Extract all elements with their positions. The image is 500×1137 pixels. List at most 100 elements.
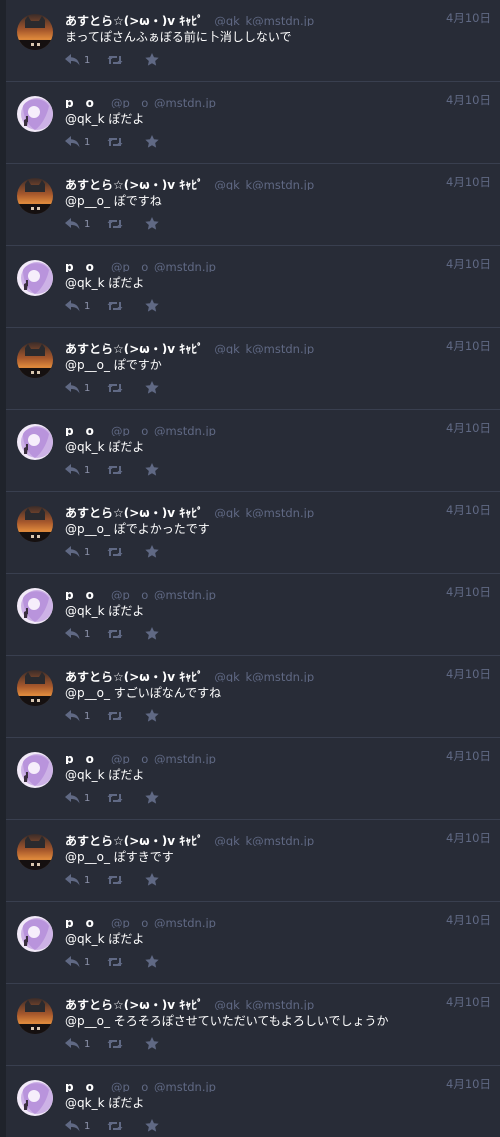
favourite-button[interactable] [145, 543, 165, 562]
favourite-button[interactable] [145, 379, 165, 398]
account-handle[interactable]: @p__o_@mstdn.jp [111, 96, 216, 108]
avatar[interactable] [17, 1080, 53, 1116]
boost-button[interactable] [107, 461, 145, 480]
status-time[interactable]: 4月10日 [446, 338, 491, 354]
status[interactable]: p__o_ @p__o_@mstdn.jp 4月10日 @qk_k ぽだよ 1 [6, 246, 500, 328]
reply-button[interactable]: 1 [65, 297, 107, 316]
status-time[interactable]: 4月10日 [446, 994, 491, 1010]
account-handle[interactable]: @p__o_@mstdn.jp [111, 1080, 216, 1092]
boost-button[interactable] [107, 953, 145, 972]
display-name[interactable]: p__o_ [65, 1080, 100, 1092]
account-handle[interactable]: @p__o_@mstdn.jp [111, 424, 216, 436]
display-name[interactable]: あすとら☆(>ω・)v ｷｬﾋﾟ [65, 342, 203, 354]
status[interactable]: あすとら☆(>ω・)v ｷｬﾋﾟ @qk_k@mstdn.jp 4月10日 まっ… [6, 0, 500, 82]
status[interactable]: p__o_ @p__o_@mstdn.jp 4月10日 @qk_k ぽだよ 1 [6, 410, 500, 492]
account-handle[interactable]: @p__o_@mstdn.jp [111, 588, 216, 600]
boost-button[interactable] [107, 1035, 145, 1054]
reply-button[interactable]: 1 [65, 461, 107, 480]
avatar[interactable] [17, 998, 53, 1034]
favourite-button[interactable] [145, 461, 165, 480]
account-handle[interactable]: @p__o_@mstdn.jp [111, 916, 216, 928]
status-time[interactable]: 4月10日 [446, 912, 491, 928]
favourite-button[interactable] [145, 51, 165, 70]
display-name[interactable]: あすとら☆(>ω・)v ｷｬﾋﾟ [65, 178, 203, 190]
status[interactable]: あすとら☆(>ω・)v ｷｬﾋﾟ @qk_k@mstdn.jp 4月10日 @p… [6, 820, 500, 902]
favourite-button[interactable] [145, 953, 165, 972]
avatar[interactable] [17, 260, 53, 296]
boost-button[interactable] [107, 707, 145, 726]
boost-button[interactable] [107, 297, 145, 316]
favourite-button[interactable] [145, 215, 165, 234]
status[interactable]: p__o_ @p__o_@mstdn.jp 4月10日 @qk_k ぽだよ 1 [6, 574, 500, 656]
account-handle[interactable]: @qk_k@mstdn.jp [214, 834, 314, 846]
account-handle[interactable]: @qk_k@mstdn.jp [214, 670, 314, 682]
status[interactable]: p__o_ @p__o_@mstdn.jp 4月10日 @qk_k ぽだよ 1 [6, 738, 500, 820]
display-name[interactable]: p__o_ [65, 588, 100, 600]
favourite-button[interactable] [145, 1117, 165, 1136]
avatar[interactable] [17, 14, 53, 50]
status-time[interactable]: 4月10日 [446, 584, 491, 600]
avatar[interactable] [17, 424, 53, 460]
boost-button[interactable] [107, 133, 145, 152]
status[interactable]: p__o_ @p__o_@mstdn.jp 4月10日 @qk_k ぽだよ 1 [6, 1066, 500, 1137]
favourite-button[interactable] [145, 871, 165, 890]
account-handle[interactable]: @p__o_@mstdn.jp [111, 752, 216, 764]
status-time[interactable]: 4月10日 [446, 174, 491, 190]
reply-button[interactable]: 1 [65, 215, 107, 234]
favourite-button[interactable] [145, 1035, 165, 1054]
reply-button[interactable]: 1 [65, 543, 107, 562]
reply-button[interactable]: 1 [65, 707, 107, 726]
reply-button[interactable]: 1 [65, 1117, 107, 1136]
avatar[interactable] [17, 342, 53, 378]
avatar[interactable] [17, 670, 53, 706]
display-name[interactable]: p__o_ [65, 424, 100, 436]
favourite-button[interactable] [145, 707, 165, 726]
status[interactable]: あすとら☆(>ω・)v ｷｬﾋﾟ @qk_k@mstdn.jp 4月10日 @p… [6, 656, 500, 738]
status[interactable]: あすとら☆(>ω・)v ｷｬﾋﾟ @qk_k@mstdn.jp 4月10日 @p… [6, 164, 500, 246]
reply-button[interactable]: 1 [65, 51, 107, 70]
favourite-button[interactable] [145, 297, 165, 316]
boost-button[interactable] [107, 51, 145, 70]
status-time[interactable]: 4月10日 [446, 10, 491, 26]
account-handle[interactable]: @p__o_@mstdn.jp [111, 260, 216, 272]
display-name[interactable]: あすとら☆(>ω・)v ｷｬﾋﾟ [65, 998, 203, 1010]
favourite-button[interactable] [145, 789, 165, 808]
avatar[interactable] [17, 834, 53, 870]
status-time[interactable]: 4月10日 [446, 256, 491, 272]
avatar[interactable] [17, 96, 53, 132]
display-name[interactable]: p__o_ [65, 752, 100, 764]
account-handle[interactable]: @qk_k@mstdn.jp [214, 506, 314, 518]
timeline[interactable]: あすとら☆(>ω・)v ｷｬﾋﾟ @qk_k@mstdn.jp 4月10日 まっ… [0, 0, 500, 1137]
account-handle[interactable]: @qk_k@mstdn.jp [214, 178, 314, 190]
reply-button[interactable]: 1 [65, 625, 107, 644]
boost-button[interactable] [107, 215, 145, 234]
display-name[interactable]: あすとら☆(>ω・)v ｷｬﾋﾟ [65, 834, 203, 846]
status-time[interactable]: 4月10日 [446, 666, 491, 682]
status-time[interactable]: 4月10日 [446, 92, 491, 108]
reply-button[interactable]: 1 [65, 133, 107, 152]
boost-button[interactable] [107, 543, 145, 562]
status-time[interactable]: 4月10日 [446, 420, 491, 436]
status-time[interactable]: 4月10日 [446, 502, 491, 518]
favourite-button[interactable] [145, 133, 165, 152]
avatar[interactable] [17, 506, 53, 542]
reply-button[interactable]: 1 [65, 379, 107, 398]
boost-button[interactable] [107, 789, 145, 808]
status-time[interactable]: 4月10日 [446, 1076, 491, 1092]
reply-button[interactable]: 1 [65, 871, 107, 890]
display-name[interactable]: あすとら☆(>ω・)v ｷｬﾋﾟ [65, 14, 203, 26]
favourite-button[interactable] [145, 625, 165, 644]
avatar[interactable] [17, 916, 53, 952]
status[interactable]: あすとら☆(>ω・)v ｷｬﾋﾟ @qk_k@mstdn.jp 4月10日 @p… [6, 984, 500, 1066]
avatar[interactable] [17, 178, 53, 214]
avatar[interactable] [17, 588, 53, 624]
boost-button[interactable] [107, 871, 145, 890]
boost-button[interactable] [107, 1117, 145, 1136]
status-time[interactable]: 4月10日 [446, 830, 491, 846]
avatar[interactable] [17, 752, 53, 788]
display-name[interactable]: あすとら☆(>ω・)v ｷｬﾋﾟ [65, 670, 203, 682]
reply-button[interactable]: 1 [65, 789, 107, 808]
status[interactable]: p__o_ @p__o_@mstdn.jp 4月10日 @qk_k ぽだよ 1 [6, 82, 500, 164]
status[interactable]: あすとら☆(>ω・)v ｷｬﾋﾟ @qk_k@mstdn.jp 4月10日 @p… [6, 492, 500, 574]
account-handle[interactable]: @qk_k@mstdn.jp [214, 342, 314, 354]
